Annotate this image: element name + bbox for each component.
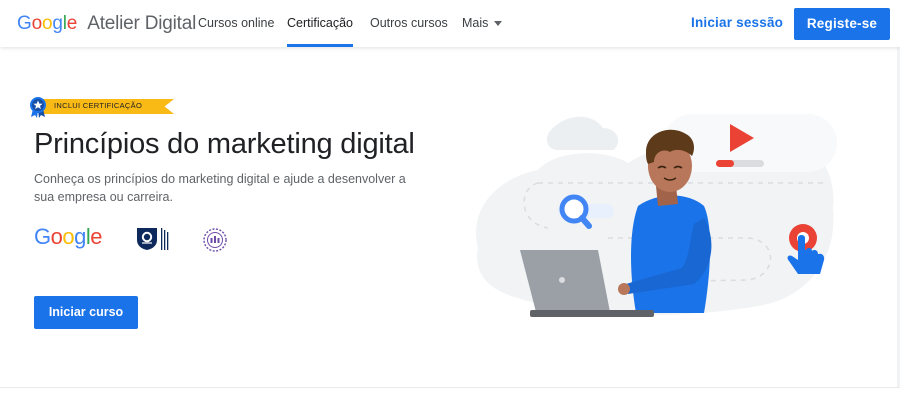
nav-cursos-online[interactable]: Cursos online (198, 0, 274, 47)
signin-link[interactable]: Iniciar sessão (691, 15, 783, 30)
section-divider (0, 387, 900, 388)
medal-icon (30, 97, 46, 118)
top-navigation-bar: Google Atelier Digital Cursos online Cer… (0, 0, 900, 47)
google-partner-logo: Google (34, 224, 103, 249)
cloud-shape (546, 116, 619, 150)
start-course-button[interactable]: Iniciar curso (34, 296, 138, 329)
laptop-screen (520, 250, 610, 312)
brand-suffix: Atelier Digital (87, 13, 197, 34)
brand-google: Google (17, 13, 78, 34)
badge-label: INCLUI CERTIFICAÇÃO (54, 101, 143, 110)
iab-logo (203, 228, 227, 252)
course-subtitle: Conheça os princípios do marketing digit… (34, 172, 406, 204)
nav-mais[interactable]: Mais (462, 0, 503, 47)
laptop-base (530, 310, 654, 317)
badge-ribbon: INCLUI CERTIFICAÇÃO (40, 99, 174, 114)
open-university-wordmark-icon (161, 228, 169, 250)
nav-certificacao[interactable]: Certificação (287, 0, 353, 47)
hero-illustration (476, 114, 837, 317)
caret-down-icon (494, 21, 503, 27)
course-title: Princípios do marketing digital (34, 128, 415, 160)
register-button[interactable]: Registe-se (794, 8, 890, 40)
person-hand (618, 283, 630, 295)
nav-outros-cursos[interactable]: Outros cursos (370, 0, 448, 47)
laptop-logo (559, 277, 565, 283)
google-atelier-digital-logo[interactable]: Google Atelier Digital (17, 13, 196, 35)
video-progress-fill (716, 160, 734, 167)
nav-mais-label: Mais (462, 16, 489, 30)
open-university-logo (137, 228, 157, 250)
